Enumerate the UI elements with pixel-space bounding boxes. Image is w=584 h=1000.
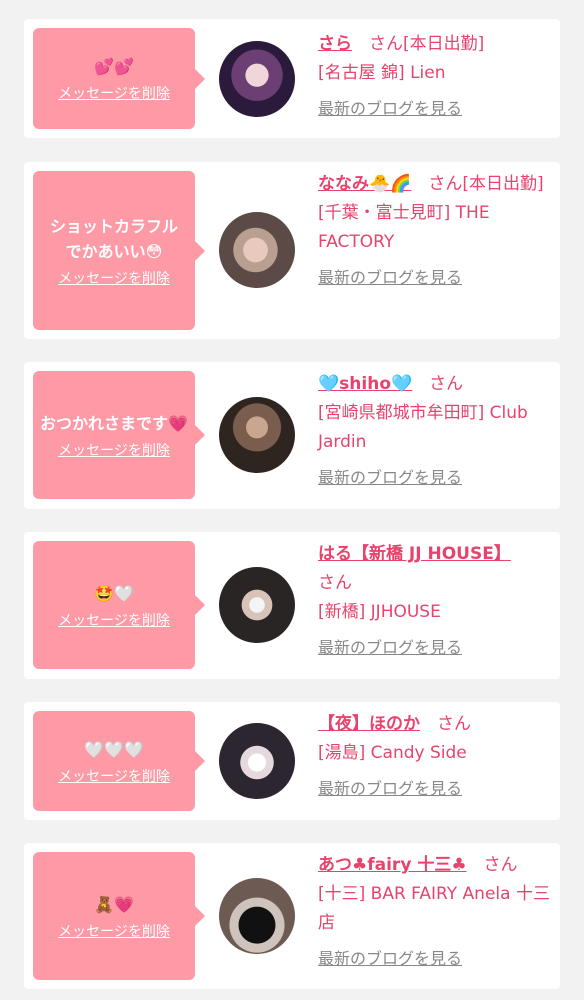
girl-name-link[interactable]: はる【新橋 JJ HOUSE】 — [318, 544, 511, 564]
message-bubble: 💕💕 メッセージを削除 — [33, 28, 205, 129]
delete-message-link[interactable]: メッセージを削除 — [58, 440, 170, 460]
message-text: 🤩🤍 — [94, 583, 134, 603]
delete-message-link[interactable]: メッセージを削除 — [58, 268, 170, 288]
latest-blog-link[interactable]: 最新のブログを見る — [318, 264, 462, 288]
delete-message-link[interactable]: メッセージを削除 — [58, 610, 170, 630]
message-list: 💕💕 メッセージを削除 さら さん[本日出勤] [名古屋 錦] Lien 最新の… — [0, 0, 584, 1000]
name-suffix: さん[本日出勤] — [352, 34, 485, 54]
shop-info: [十三] BAR FAIRY Anela 十三店 — [318, 884, 550, 933]
message-card: ショットカラフルでかあいい😳 メッセージを削除 ななみ🐣🌈 さん[本日出勤] [… — [24, 162, 560, 339]
name-suffix: さん — [412, 374, 464, 394]
shop-info: [名古屋 錦] Lien — [318, 63, 446, 83]
name-suffix: さん — [318, 573, 352, 593]
avatar[interactable] — [219, 723, 295, 799]
message-text: 🤍🤍🤍 — [84, 739, 144, 759]
delete-message-link[interactable]: メッセージを削除 — [58, 921, 170, 941]
message-card: おつかれさまです💗 メッセージを削除 🩵shiho🩵 さん [宮崎県都城市牟田町… — [24, 362, 560, 509]
delete-message-link[interactable]: メッセージを削除 — [58, 766, 170, 786]
shop-info: [千葉・富士見町] THE FACTORY — [318, 203, 490, 252]
message-bubble: ショットカラフルでかあいい😳 メッセージを削除 — [33, 171, 205, 330]
message-text: ショットカラフルでかあいい😳 — [49, 216, 178, 261]
shop-info: [湯島] Candy Side — [318, 743, 467, 763]
girl-name-link[interactable]: 🩵shiho🩵 — [318, 374, 412, 394]
name-suffix: さん — [466, 855, 518, 875]
latest-blog-link[interactable]: 最新のブログを見る — [318, 945, 462, 969]
avatar[interactable] — [219, 397, 295, 473]
girl-name-link[interactable]: さら — [318, 34, 352, 54]
message-card: 🧸💗 メッセージを削除 あつ♣fairy 十三♣ さん [十三] BAR FAI… — [24, 843, 560, 989]
message-card: 🤍🤍🤍 メッセージを削除 【夜】ほのか さん [湯島] Candy Side 最… — [24, 702, 560, 820]
delete-message-link[interactable]: メッセージを削除 — [58, 83, 170, 103]
avatar[interactable] — [219, 878, 295, 954]
message-text: 💕💕 — [94, 57, 134, 76]
message-card: 🤩🤍 メッセージを削除 はる【新橋 JJ HOUSE】 さん [新橋] JJHO… — [24, 532, 560, 679]
girl-name-link[interactable]: ななみ🐣🌈 — [318, 174, 411, 194]
latest-blog-link[interactable]: 最新のブログを見る — [318, 464, 462, 488]
name-suffix: さん[本日出勤] — [411, 174, 544, 194]
message-bubble: 🤍🤍🤍 メッセージを削除 — [33, 711, 205, 811]
girl-name-link[interactable]: あつ♣fairy 十三♣ — [318, 855, 467, 875]
shop-info: [新橋] JJHOUSE — [318, 602, 441, 622]
avatar[interactable] — [219, 212, 295, 288]
girl-name-link[interactable]: 【夜】ほのか — [318, 714, 420, 734]
shop-info: [宮崎県都城市牟田町] Club Jardin — [318, 403, 528, 452]
latest-blog-link[interactable]: 最新のブログを見る — [318, 95, 462, 119]
message-bubble: おつかれさまです💗 メッセージを削除 — [33, 371, 205, 499]
message-text: 🧸💗 — [94, 894, 134, 914]
message-card: 💕💕 メッセージを削除 さら さん[本日出勤] [名古屋 錦] Lien 最新の… — [24, 19, 560, 138]
message-bubble: 🧸💗 メッセージを削除 — [33, 852, 205, 980]
latest-blog-link[interactable]: 最新のブログを見る — [318, 775, 462, 799]
avatar[interactable] — [219, 567, 295, 643]
message-bubble: 🤩🤍 メッセージを削除 — [33, 541, 205, 669]
avatar[interactable] — [219, 41, 295, 117]
message-text: おつかれさまです💗 — [40, 413, 188, 433]
latest-blog-link[interactable]: 最新のブログを見る — [318, 634, 462, 658]
name-suffix: さん — [420, 714, 471, 734]
